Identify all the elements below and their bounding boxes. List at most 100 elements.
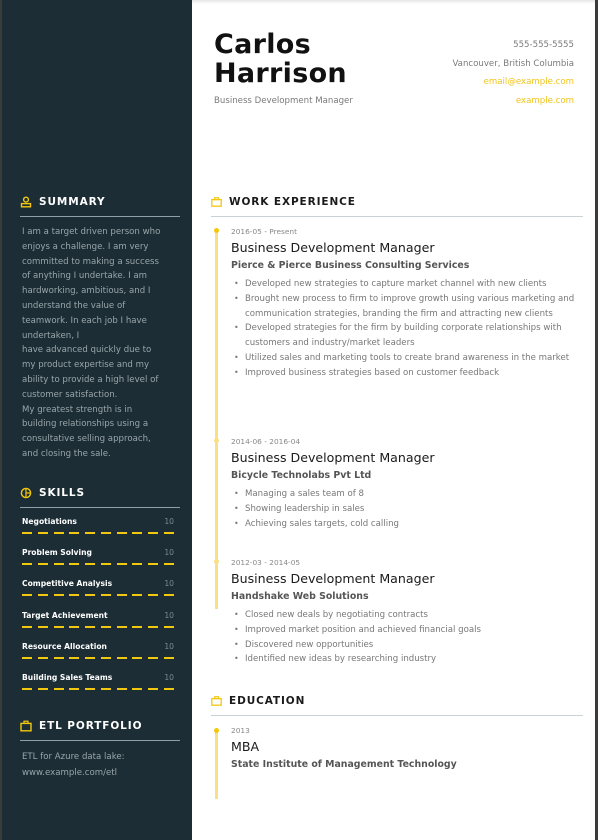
skill-level-segment bbox=[116, 656, 127, 659]
skill-level-segment bbox=[132, 563, 143, 566]
skill-level-bar bbox=[22, 656, 174, 659]
job-bullet: Achieving sales targets, cold calling bbox=[231, 517, 581, 532]
summary-line: committed to making a success bbox=[22, 256, 159, 267]
skill-name: Problem Solving bbox=[22, 548, 92, 558]
summary-line: My greatest strength is in bbox=[22, 404, 133, 415]
work-title: WORK EXPERIENCE bbox=[229, 196, 356, 208]
portfolio-title: ETL PORTFOLIO bbox=[39, 720, 143, 732]
pie-chart-icon bbox=[20, 487, 32, 499]
job-date: 2014-06 - 2016-04 bbox=[231, 437, 301, 446]
job-bullet: Improved business strategies based on cu… bbox=[231, 366, 581, 381]
skill-level-segment bbox=[100, 625, 111, 628]
divider bbox=[211, 715, 583, 716]
summary-line: I am a target driven person who bbox=[22, 227, 161, 237]
skill-level-segment bbox=[163, 687, 174, 690]
skill-level-segment bbox=[22, 594, 32, 597]
skill-level-segment bbox=[37, 625, 48, 628]
job-bullets: Closed new deals by negotiating contract… bbox=[231, 608, 581, 667]
summary-line: ability to provide a high level of bbox=[22, 374, 159, 385]
job-company: Pierce & Pierce Business Consulting Serv… bbox=[231, 260, 470, 271]
skill-level-segment bbox=[69, 532, 80, 534]
summary-line: my product expertise and my bbox=[22, 360, 150, 371]
skill-level-segment bbox=[85, 563, 96, 566]
skill-level-segment bbox=[85, 594, 96, 597]
job-company: Bicycle Technolabs Pvt Ltd bbox=[231, 470, 372, 481]
skill-level-segment bbox=[100, 687, 111, 690]
summary-line: and closing the sale. bbox=[22, 448, 111, 459]
job-bullet: Closed new deals by negotiating contract… bbox=[231, 608, 581, 623]
skill-level-segment bbox=[69, 656, 80, 659]
candidate-name: Carlos Harrison bbox=[214, 30, 347, 88]
skill-level-segment bbox=[37, 687, 48, 690]
skill-level-segment bbox=[53, 532, 64, 534]
skill-level: 10 bbox=[164, 610, 174, 620]
skill-level-segment bbox=[37, 656, 48, 659]
job-title: Business Development Manager bbox=[231, 571, 435, 586]
divider bbox=[20, 216, 180, 217]
work-header: WORK EXPERIENCE bbox=[211, 194, 583, 210]
skill-level-segment bbox=[53, 656, 64, 659]
skill-level-segment bbox=[69, 625, 80, 628]
education-date: 2013 bbox=[231, 726, 250, 735]
job-entry: 2014-06 - 2016-04 Business Development M… bbox=[231, 437, 581, 531]
divider bbox=[20, 507, 180, 508]
education-degree: MBA bbox=[231, 739, 260, 754]
skill-level-segment bbox=[100, 563, 111, 566]
skill-level-segment bbox=[116, 594, 127, 597]
skill-level-segment bbox=[53, 563, 64, 566]
timeline-dot bbox=[214, 728, 219, 733]
skill-level-segment bbox=[163, 532, 174, 534]
summary-header: SUMMARY bbox=[20, 193, 180, 211]
skills-title: SKILLS bbox=[39, 487, 85, 499]
skills-header: SKILLS bbox=[20, 484, 180, 502]
skill-level-bar bbox=[22, 594, 174, 597]
summary-line: enjoys a challenge. I am very bbox=[22, 241, 149, 252]
skill-item: Negotiations 10 bbox=[20, 512, 180, 543]
skill-level-segment bbox=[132, 656, 143, 659]
skill-level-segment bbox=[148, 625, 159, 628]
email-link[interactable]: email@example.com bbox=[452, 73, 574, 92]
skill-level: 10 bbox=[164, 641, 174, 651]
skill-level-segment bbox=[37, 563, 48, 566]
job-date: 2016-05 - Present bbox=[231, 227, 297, 236]
skill-level-segment bbox=[22, 532, 32, 534]
skill-level-segment bbox=[22, 687, 32, 690]
skill-level: 10 bbox=[164, 672, 174, 682]
skill-level-segment bbox=[53, 594, 64, 597]
skill-level-segment bbox=[85, 532, 96, 534]
briefcase-icon bbox=[211, 197, 222, 207]
skill-item: Building Sales Teams 10 bbox=[20, 668, 180, 699]
summary-text: I am a target driven person who enjoys a… bbox=[20, 225, 180, 462]
skill-level-segment bbox=[22, 563, 32, 566]
job-bullet: Managing a sales team of 8 bbox=[231, 487, 581, 502]
timeline-dot bbox=[214, 559, 219, 564]
education-title: EDUCATION bbox=[229, 695, 306, 707]
summary-line: undertaken, I bbox=[22, 330, 80, 341]
skill-level-segment bbox=[100, 532, 111, 534]
summary-line: consultative selling approach, bbox=[22, 434, 151, 445]
summary-title: SUMMARY bbox=[39, 196, 106, 208]
portfolio-link[interactable]: www.example.com/etl bbox=[22, 765, 180, 781]
skill-level-segment bbox=[148, 563, 159, 566]
resume-page: SUMMARY I am a target driven person who … bbox=[0, 0, 598, 840]
website-link[interactable]: example.com bbox=[452, 92, 574, 111]
timeline-line bbox=[215, 729, 218, 799]
job-entry: 2012-03 - 2014-05 Business Development M… bbox=[231, 558, 581, 667]
skill-level-segment bbox=[148, 594, 159, 597]
skill-level-bar bbox=[22, 563, 174, 566]
education-section: EDUCATION 2013 MBA State Institute of Ma… bbox=[211, 693, 583, 813]
skill-level-segment bbox=[53, 625, 64, 628]
skill-name: Building Sales Teams bbox=[22, 672, 113, 682]
summary-line: have advanced quickly due to bbox=[22, 345, 152, 356]
summary-line: customer satisfaction. bbox=[22, 389, 118, 400]
skill-level-segment bbox=[85, 687, 96, 690]
skill-level-segment bbox=[37, 594, 48, 597]
skill-level-segment bbox=[148, 656, 159, 659]
skill-level-segment bbox=[22, 625, 32, 628]
job-bullets: Developed new strategies to capture mark… bbox=[231, 277, 581, 381]
skill-item: Problem Solving 10 bbox=[20, 543, 180, 574]
education-entry: 2013 MBA State Institute of Management T… bbox=[231, 726, 581, 770]
job-bullet: Improved market position and achieved fi… bbox=[231, 623, 581, 638]
skill-level-segment bbox=[132, 625, 143, 628]
skills-section: SKILLS Negotiations 10 Problem Solving 10 Co… bbox=[20, 484, 180, 699]
